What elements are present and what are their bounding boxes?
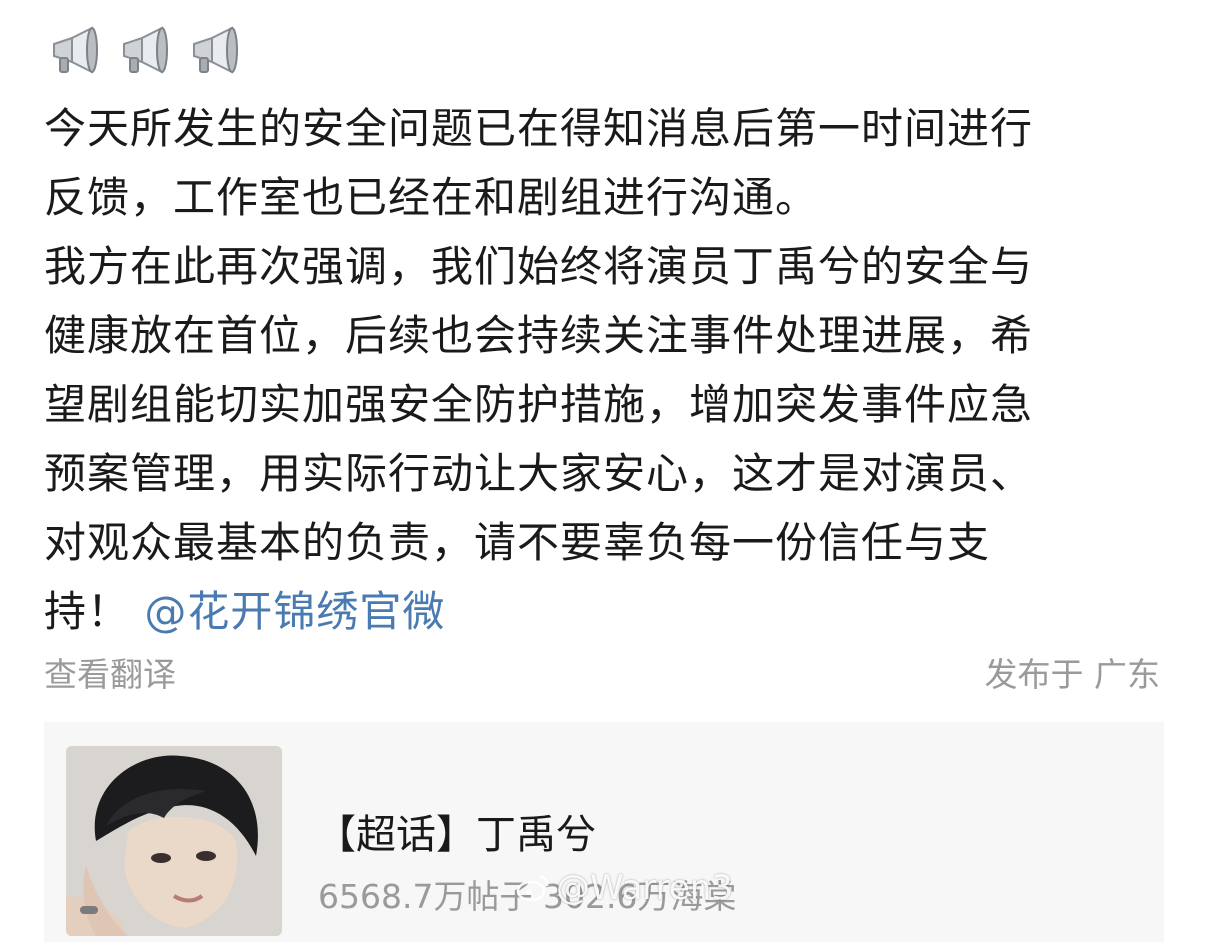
post-text-line: 我方在此再次强调，我们始终将演员丁禹兮的安全与 (44, 242, 1034, 291)
portrait-image (66, 746, 282, 936)
post-text-line: 预案管理，用实际行动让大家安心，这才是对演员、 (44, 449, 1034, 498)
post-meta-row: 查看翻译 发布于 广东 (44, 644, 1160, 700)
post-location: 发布于 广东 (984, 655, 1161, 694)
megaphone-icon (53, 26, 98, 74)
topic-avatar (66, 746, 282, 936)
topic-title: 【超话】丁禹兮 (316, 812, 596, 858)
watermark-text: @Warren3 (556, 868, 733, 908)
post-text-line: 健康放在首位，后续也会持续关注事件处理进展，希 (44, 311, 1034, 360)
megaphone-icon (123, 26, 168, 74)
post-text-line: 望剧组能切实加强安全防护措施，增加突发事件应急 (44, 380, 1034, 429)
view-translation-link[interactable]: 查看翻译 (44, 648, 176, 696)
post-text-tail: 持！ (44, 587, 131, 636)
weibo-logo-icon (516, 875, 549, 902)
post-body: 今天所发生的安全问题已在得知消息后第一时间进行 反馈，工作室也已经在和剧组进行沟… (44, 94, 1154, 646)
megaphone-icon (193, 26, 238, 74)
super-topic-card[interactable]: 【超话】丁禹兮 6568.7万帖子 302.6万海棠 (44, 722, 1164, 942)
watermark: @Warren3 (516, 868, 733, 908)
post-text-last-line: 持！ @花开锦绣官微 (44, 577, 1154, 646)
post-text-line: 反馈，工作室也已经在和剧组进行沟通。 (44, 173, 819, 222)
post-text-line: 今天所发生的安全问题已在得知消息后第一时间进行 (44, 104, 1034, 153)
emoji-row (46, 22, 242, 80)
post-text-line: 对观众最基本的负责，请不要辜负每一份信任与支 (44, 518, 991, 567)
mention-link[interactable]: @花开锦绣官微 (144, 587, 445, 636)
